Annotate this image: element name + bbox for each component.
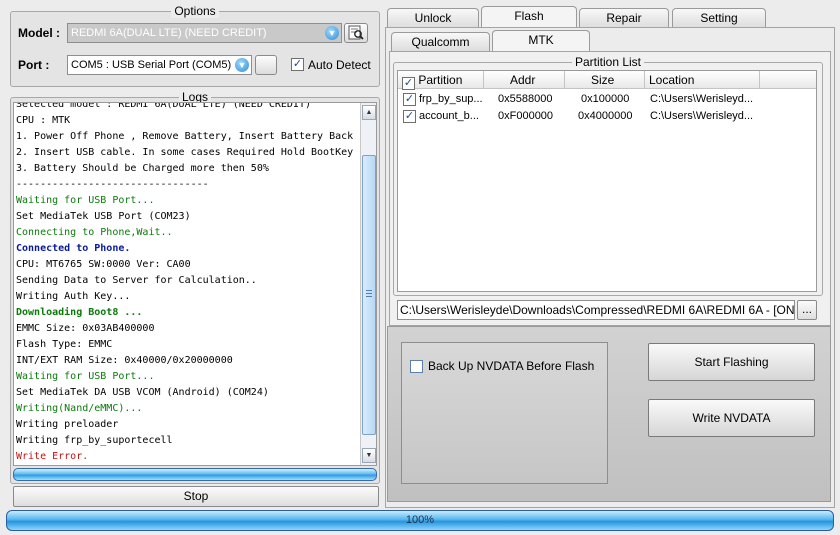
partition-list-title: Partition List [571, 55, 645, 69]
log-lines: Selected model : REDMI 6A(DUAL LTE) (NEE… [16, 102, 362, 465]
tab-qualcomm[interactable]: Qualcomm [391, 32, 490, 52]
partition-table[interactable]: ✓ Partition Addr Size Location ✓ frp_by_… [397, 70, 817, 292]
col-head-location[interactable]: Location [645, 71, 760, 89]
row-size: 0x4000000 [578, 110, 633, 122]
log-line: INT/EXT RAM Size: 0x40000/0x20000000 [16, 355, 233, 366]
write-nvdata-button[interactable]: Write NVDATA [648, 399, 815, 437]
col-partition-label: Partition [418, 73, 463, 87]
log-line: Writing frp_by_suportecell [16, 435, 173, 446]
row-checkbox[interactable]: ✓ [403, 93, 416, 106]
col-head-partition[interactable]: ✓ Partition [398, 71, 484, 90]
log-line: Writing(Nand/eMMC)... [16, 403, 143, 414]
log-line: -------------------------------- [16, 179, 209, 190]
log-line: 3. Battery Should be Charged more then 5… [16, 163, 269, 174]
log-line: EMMC Size: 0x03AB400000 [16, 323, 155, 334]
browse-button[interactable]: ... [797, 300, 817, 320]
auto-detect-checkbox[interactable]: ✓ [291, 58, 304, 71]
log-line: Sending Data to Server for Calculation.. [16, 275, 257, 286]
col-head-size[interactable]: Size [565, 71, 645, 89]
port-label: Port : [18, 58, 50, 72]
model-label: Model : [18, 26, 60, 40]
search-icon [348, 25, 364, 40]
log-line: Writing Auth Key... [16, 291, 131, 302]
tab-repair[interactable]: Repair [579, 8, 669, 28]
scroll-thumb[interactable] [362, 155, 376, 435]
model-search-button[interactable] [344, 23, 368, 43]
log-line: Writing preloader [16, 419, 119, 430]
firmware-path-input[interactable]: C:\Users\Werisleyde\Downloads\Compressed… [397, 300, 795, 320]
model-select[interactable]: REDMI 6A(DUAL LTE) (NEED CREDIT) ▼ [67, 23, 342, 43]
tab-flash[interactable]: Flash [481, 6, 577, 28]
progress-text: 100% [405, 514, 435, 526]
row-location: C:\Users\Werisleyd... [650, 93, 754, 105]
log-line: Write Error. [16, 451, 89, 462]
model-select-value: REDMI 6A(DUAL LTE) (NEED CREDIT) [71, 27, 267, 39]
log-line: 1. Power Off Phone , Remove Battery, Ins… [16, 131, 354, 142]
log-output[interactable]: Selected model : REDMI 6A(DUAL LTE) (NEE… [13, 102, 377, 466]
log-line: Set MediaTek USB Port (COM23) [16, 211, 191, 222]
log-progress-bar [13, 468, 377, 481]
tab-unlock[interactable]: Unlock [387, 8, 479, 28]
row-checkbox[interactable]: ✓ [403, 110, 416, 123]
auto-detect-label: Auto Detect [308, 58, 371, 72]
log-line: CPU : MTK [16, 115, 71, 126]
row-addr: 0x5588000 [498, 93, 553, 105]
port-select-value: COM5 : USB Serial Port (COM5) [71, 59, 232, 71]
row-partition: frp_by_sup... [419, 93, 483, 105]
log-line: CPU: MT6765 SW:0000 Ver: CA00 [16, 259, 191, 270]
log-line: Flash Type: EMMC [16, 339, 113, 350]
col-head-addr[interactable]: Addr [484, 71, 565, 89]
main-progress-bar: 100% [6, 510, 834, 531]
log-line: Set MediaTek DA USB VCOM (Android) (COM2… [16, 387, 269, 398]
backup-nvdata-checkbox[interactable] [410, 360, 423, 373]
log-line: Connecting to Phone,Wait.. [16, 227, 173, 238]
tab-setting[interactable]: Setting [672, 8, 766, 28]
log-line: Downloading Boot8 ... [16, 307, 143, 318]
log-line: Waiting for USB Port... [16, 195, 155, 206]
options-title: Options [171, 4, 219, 18]
row-size: 0x100000 [581, 93, 630, 105]
log-line: Waiting for USB Port... [16, 371, 155, 382]
log-line: 2. Insert USB cable. In some cases Requi… [16, 147, 354, 158]
row-location: C:\Users\Werisleyd... [650, 110, 754, 122]
stop-button[interactable]: Stop [13, 486, 379, 507]
table-row[interactable]: ✓ frp_by_sup... 0x5588000 0x100000 C:\Us… [398, 91, 816, 108]
log-line: Selected model : REDMI 6A(DUAL LTE) (NEE… [16, 102, 312, 110]
row-partition: account_b... [419, 110, 479, 122]
tab-mtk[interactable]: MTK [492, 30, 590, 52]
log-line: Connected to Phone. [16, 243, 131, 254]
backup-nvdata-label: Back Up NVDATA Before Flash [428, 359, 595, 373]
select-all-checkbox[interactable]: ✓ [402, 77, 415, 90]
scroll-down-button[interactable]: ▼ [362, 448, 376, 463]
port-refresh-button[interactable] [255, 55, 277, 75]
log-scrollbar[interactable]: ▲ ▼ [360, 103, 376, 465]
start-flashing-button[interactable]: Start Flashing [648, 343, 815, 381]
chevron-down-icon: ▼ [325, 26, 339, 40]
chevron-down-icon: ▼ [235, 58, 249, 72]
port-select[interactable]: COM5 : USB Serial Port (COM5) ▼ [67, 55, 252, 75]
scroll-up-button[interactable]: ▲ [362, 105, 376, 120]
col-head-spacer [760, 71, 816, 89]
partition-table-header: ✓ Partition Addr Size Location [398, 71, 816, 90]
row-addr: 0xF000000 [498, 110, 554, 122]
table-row[interactable]: ✓ account_b... 0xF000000 0x4000000 C:\Us… [398, 108, 816, 125]
